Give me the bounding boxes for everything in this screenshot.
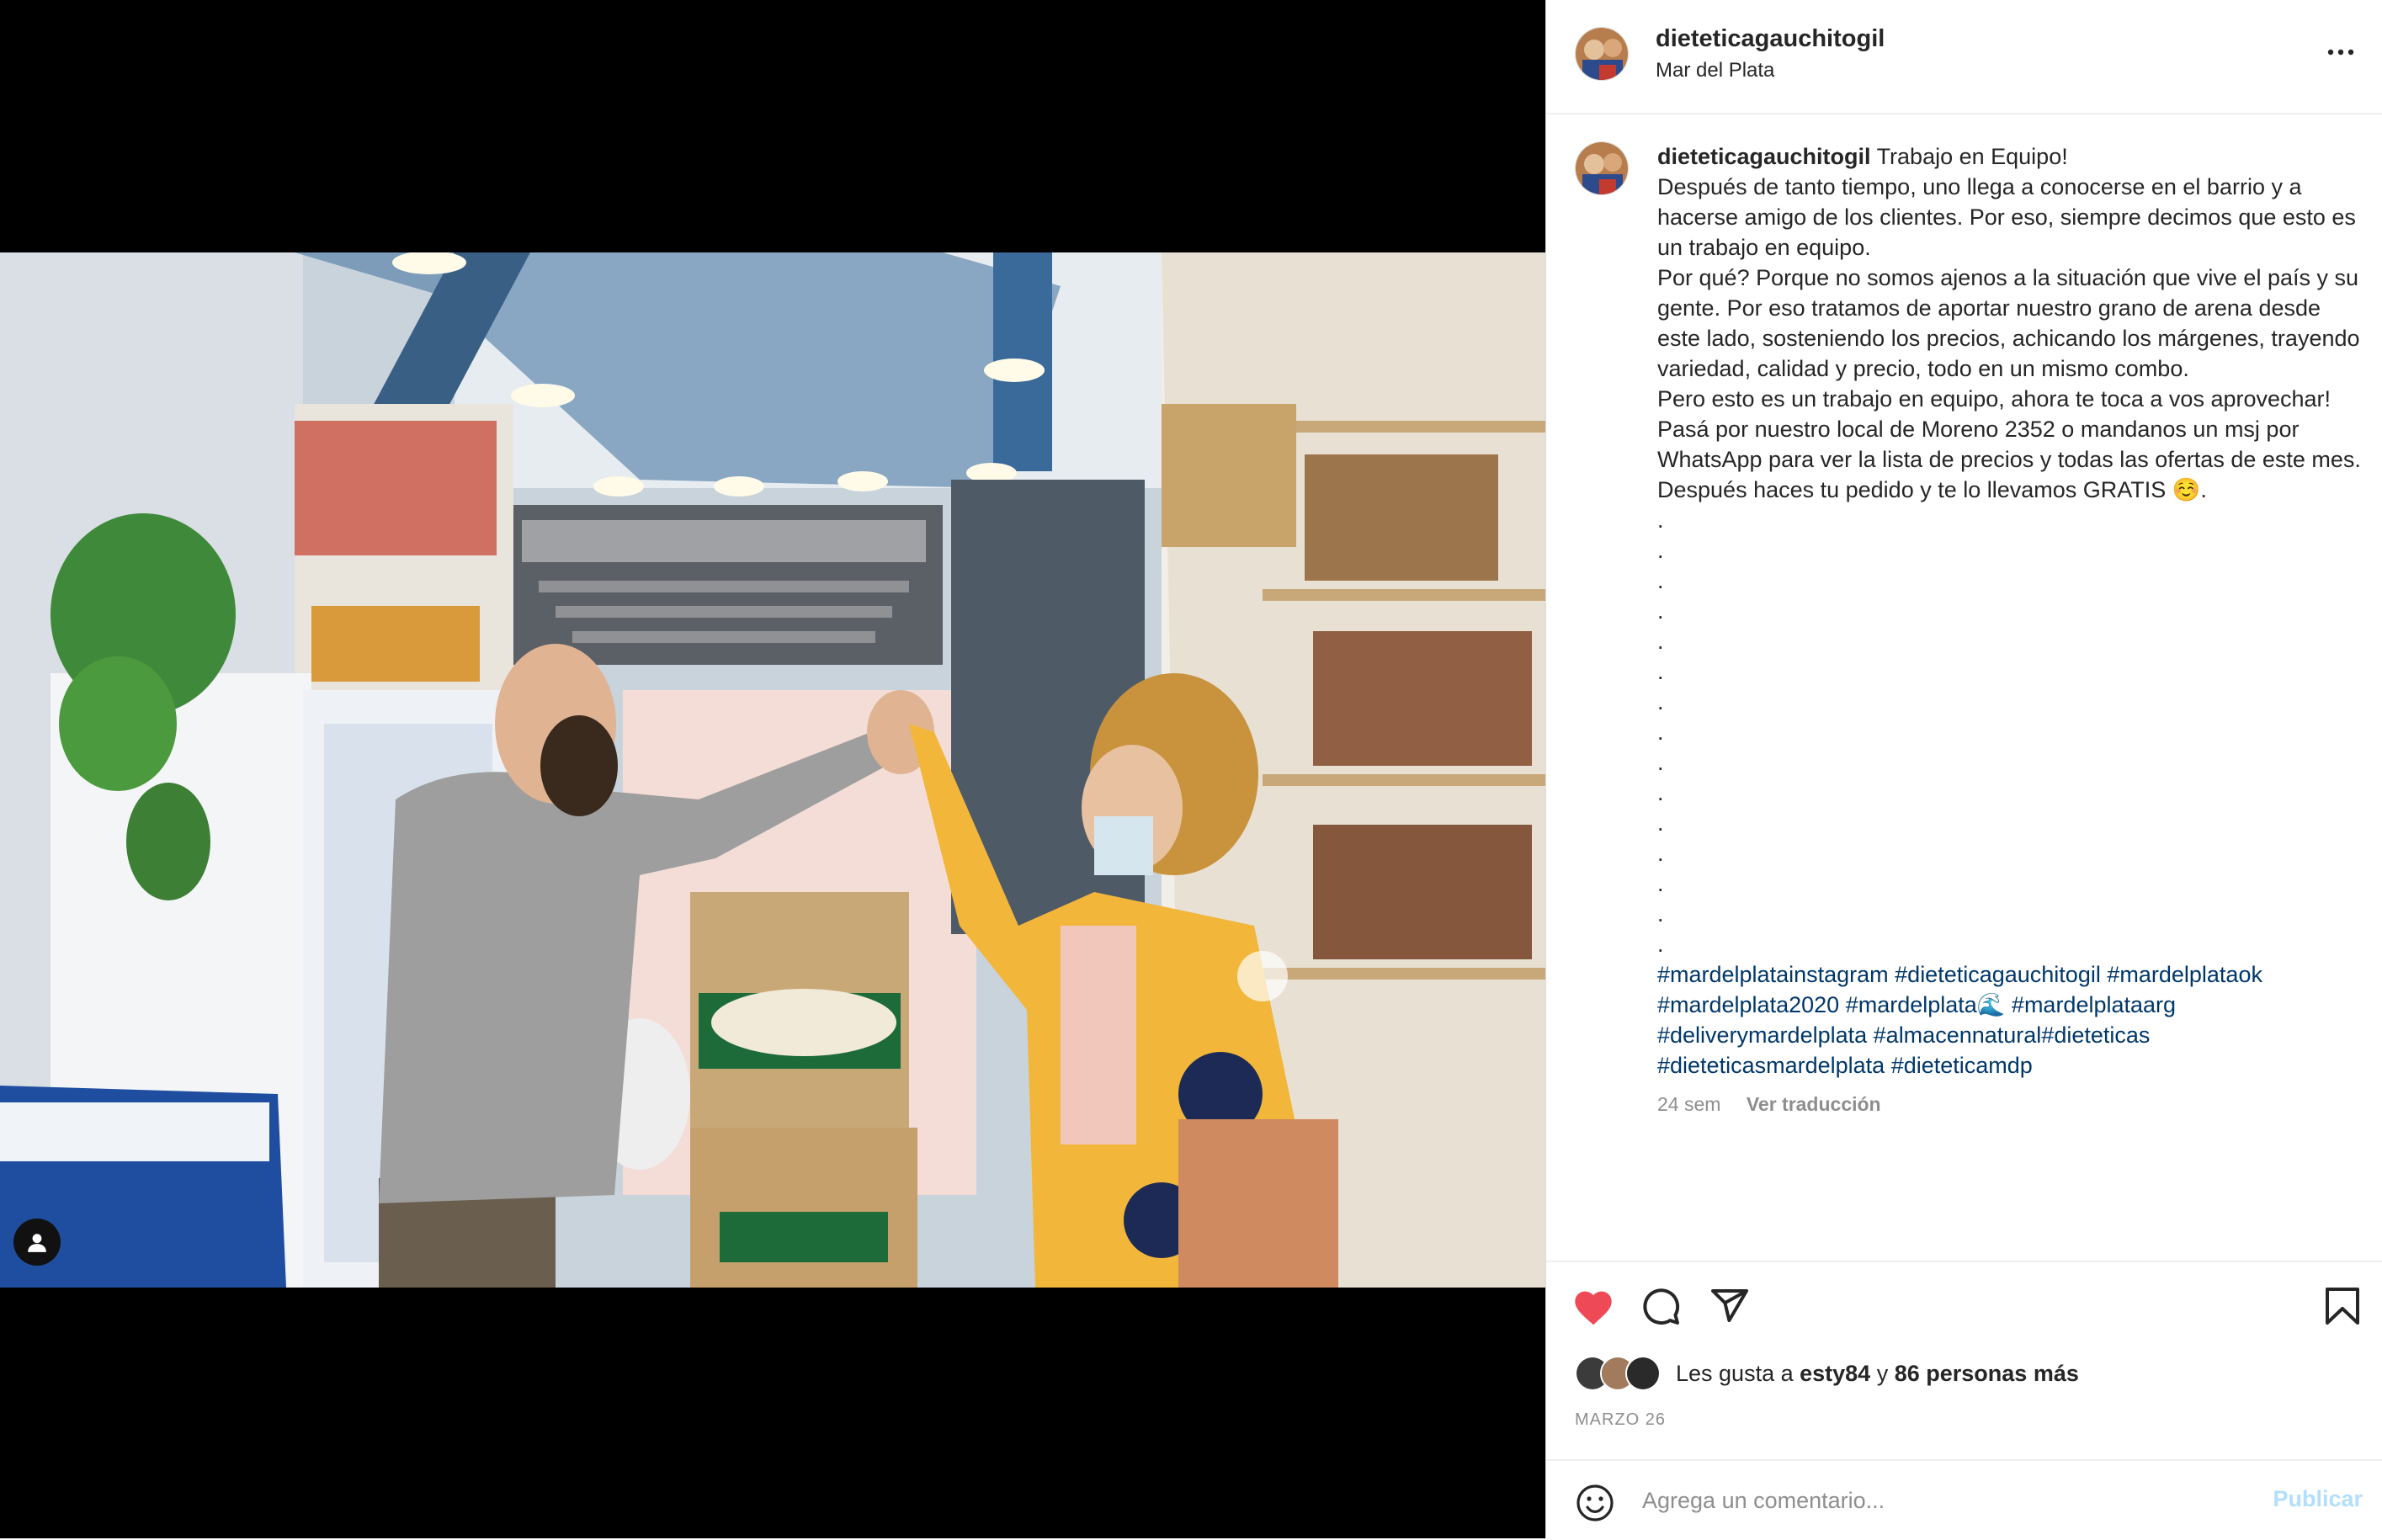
hashtag-link[interactable]: #almacennatural <box>1874 1022 2042 1048</box>
liker-username[interactable]: esty84 <box>1800 1361 1870 1386</box>
caption-dot: . <box>1657 629 1664 654</box>
more-options-button[interactable] <box>2322 34 2359 71</box>
post-username[interactable]: dieteticagauchitogil <box>1656 25 1885 53</box>
caption-dot: . <box>1657 538 1664 563</box>
post-date[interactable]: MARZO 26 <box>1575 1410 1666 1430</box>
post-actions: Les gusta a esty84 y 86 personas más MAR… <box>1546 1261 2382 1538</box>
caption-dot: . <box>1657 871 1664 896</box>
hashtag-link[interactable]: #mardelplataarg <box>2012 992 2176 1017</box>
comment-button[interactable] <box>1640 1286 1681 1330</box>
comment-icon <box>1643 1288 1680 1325</box>
caption-dot: . <box>1657 568 1664 593</box>
translate-link[interactable]: Ver traducción <box>1747 1093 1881 1115</box>
caption-dot: . <box>1657 810 1664 836</box>
bookmark-icon <box>2326 1288 2359 1325</box>
post-media[interactable] <box>0 0 1545 1538</box>
liker-avatar[interactable] <box>1625 1356 1661 1391</box>
add-comment-bar: Publicar <box>1546 1459 2382 1540</box>
caption-dot: . <box>1657 780 1664 805</box>
likes-prefix: Les gusta a <box>1676 1360 1794 1386</box>
post-age: 24 sem <box>1657 1093 1721 1115</box>
hashtag-link[interactable]: #mardelplatainstagram <box>1657 962 1889 987</box>
caption-dot: . <box>1657 932 1664 957</box>
caption-line: Por qué? Porque no somos ajenos a la sit… <box>1657 265 2360 381</box>
caption-dot: . <box>1657 507 1664 533</box>
hashtag-link[interactable]: #deliverymardelplata <box>1657 1022 1867 1048</box>
caption-meta: 24 sem Ver traducción <box>1657 1089 2364 1119</box>
caption-line: Trabajo en Equipo! <box>1876 144 2068 169</box>
emoji-button[interactable] <box>1575 1483 1615 1527</box>
emoji-smile-icon <box>1576 1484 1614 1521</box>
hashtag-link[interactable]: #dieteticasmardelplata <box>1657 1053 1885 1078</box>
post-photo[interactable] <box>0 252 1545 1288</box>
caption-dot: . <box>1657 720 1664 745</box>
caption-avatar[interactable] <box>1575 141 1629 195</box>
caption-dot: . <box>1657 689 1664 714</box>
caption-line: Pasá por nuestro local de Moreno 2352 o … <box>1657 417 2361 502</box>
caption-dot: . <box>1657 750 1664 775</box>
caption-line: Después de tanto tiempo, uno llega a con… <box>1657 174 2356 260</box>
tagged-users-button[interactable] <box>13 1219 61 1266</box>
send-icon <box>1711 1289 1748 1322</box>
profile-avatar[interactable] <box>1575 27 1629 81</box>
caption-dot: . <box>1657 841 1664 866</box>
like-button[interactable] <box>1571 1286 1615 1330</box>
caption-dots: ............... <box>1657 505 2364 959</box>
hashtag-link[interactable]: #dieteticagauchitogil <box>1895 962 2101 987</box>
save-button[interactable] <box>2324 1286 2361 1330</box>
likes-joiner: y <box>1876 1360 1889 1386</box>
comment-input[interactable] <box>1640 1479 2230 1521</box>
hashtag-link[interactable]: #dieteticamdp <box>1891 1053 2033 1078</box>
caption-dot: . <box>1657 659 1664 684</box>
store-photo-illustration <box>0 252 1545 1288</box>
caption-username[interactable]: dieteticagauchitogil <box>1657 144 1871 169</box>
post-header: dieteticagauchitogil Mar del Plata <box>1546 0 2382 114</box>
post-location[interactable]: Mar del Plata <box>1656 59 1774 82</box>
more-horizontal-icon <box>2327 49 2354 56</box>
post-side-panel: dieteticagauchitogil Mar del Plata diete… <box>1545 0 2382 1538</box>
hashtag-link[interactable]: #dieteticas <box>2041 1022 2150 1048</box>
post-caption: dieteticagauchitogil Trabajo en Equipo! … <box>1657 141 2364 1119</box>
heart-filled-icon <box>1575 1291 1612 1325</box>
hashtag-link[interactable]: #mardelplata2020 <box>1657 992 1839 1017</box>
publish-button[interactable]: Publicar <box>2273 1486 2363 1512</box>
caption-dot: . <box>1657 901 1664 927</box>
likes-text: Les gusta a esty84 y 86 personas más <box>1676 1361 2079 1387</box>
avatar-image <box>1576 28 1628 80</box>
hashtag-link[interactable]: #mardelplataok <box>2107 962 2262 987</box>
likes-others-link[interactable]: 86 personas más <box>1895 1361 2079 1386</box>
comments-area[interactable]: dieteticagauchitogil Trabajo en Equipo! … <box>1546 116 2382 1261</box>
hashtags: #mardelplatainstagram #dieteticagauchito… <box>1657 959 2364 1081</box>
caption-dot: . <box>1657 598 1664 624</box>
user-icon <box>28 1234 46 1252</box>
avatar-image <box>1576 142 1628 194</box>
likes-summary: Les gusta a esty84 y 86 personas más <box>1575 1355 2079 1392</box>
hashtag-link[interactable]: #mardelplata🌊 <box>1846 992 2006 1017</box>
caption-line: Pero esto es un trabajo en equipo, ahora… <box>1657 386 2331 412</box>
share-button[interactable] <box>1709 1286 1750 1330</box>
